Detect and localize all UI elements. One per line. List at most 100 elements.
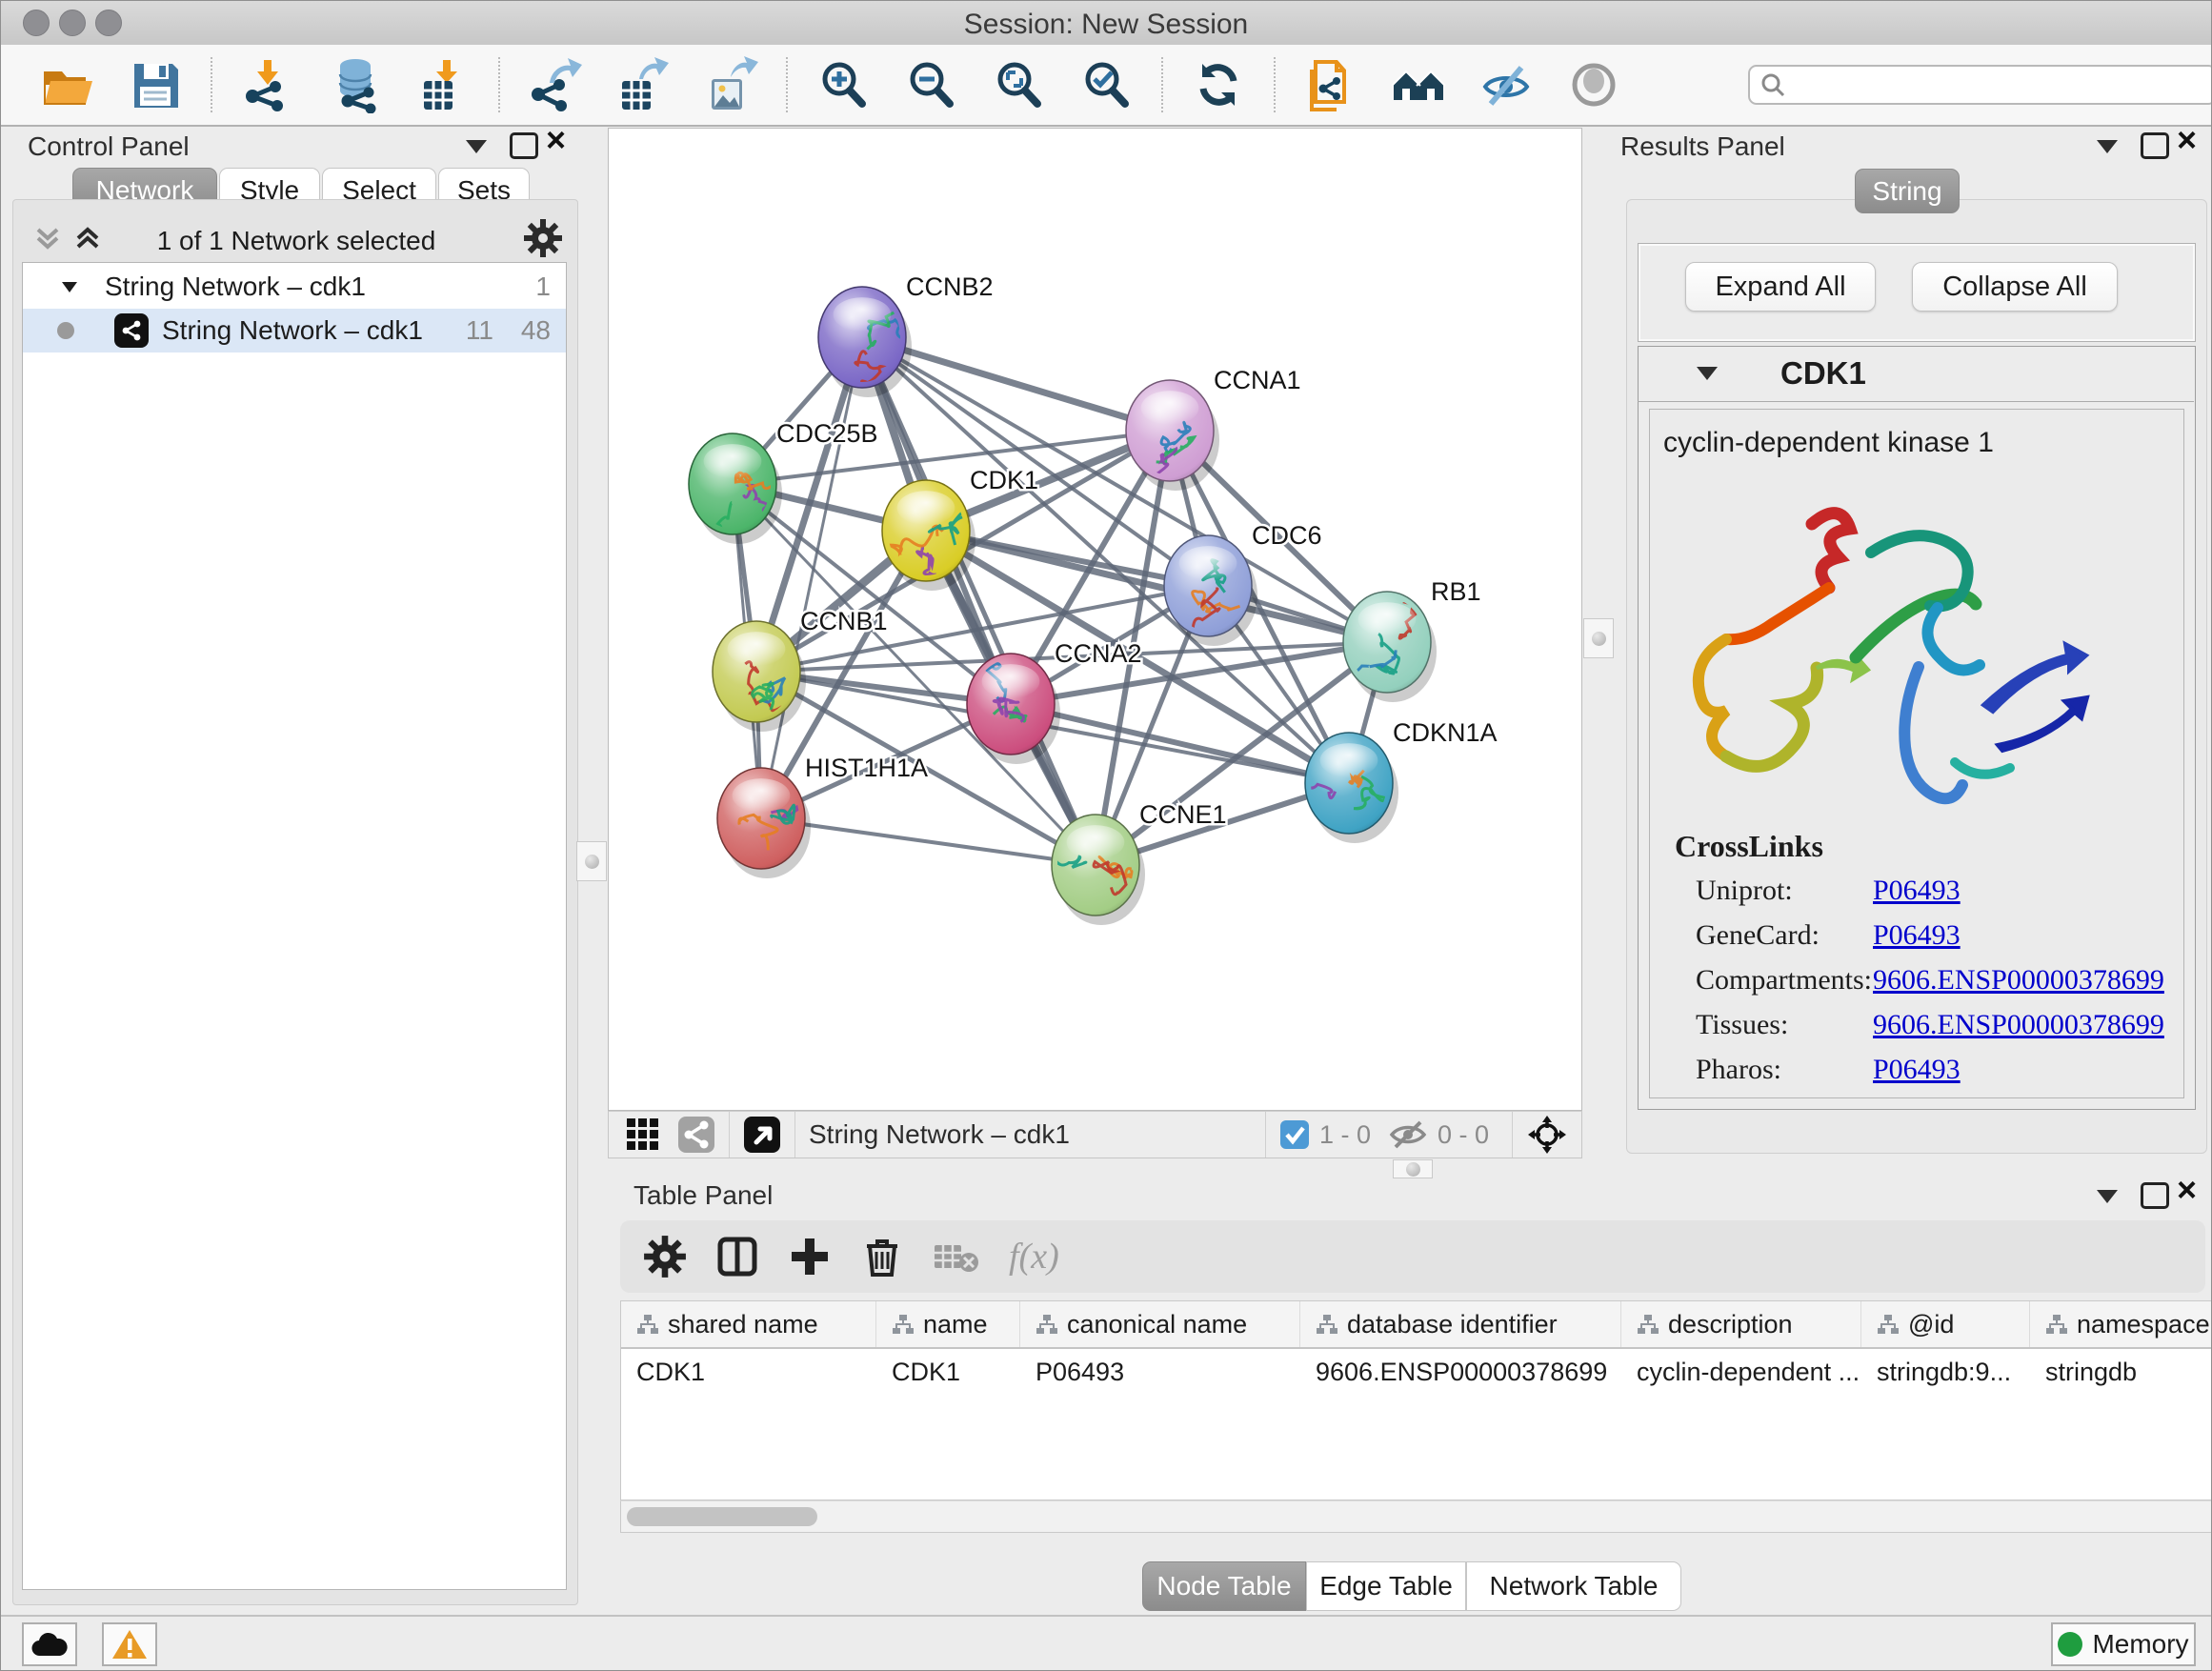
zoom-out-icon[interactable] — [902, 56, 959, 113]
table-panel-close-icon[interactable]: × — [2177, 1177, 2197, 1203]
table-panel-float-icon[interactable] — [2141, 1182, 2169, 1209]
zoom-in-icon[interactable] — [814, 56, 872, 113]
table-settings-gear-icon[interactable] — [643, 1235, 687, 1278]
export-image-icon[interactable] — [702, 56, 759, 113]
crosslink-row: Uniprot:P06493 — [1650, 875, 2183, 919]
hide-panel-eye-icon[interactable] — [1478, 56, 1535, 113]
gene-description: cyclin-dependent kinase 1 — [1663, 427, 1994, 459]
export-view-icon[interactable] — [743, 1116, 781, 1154]
tree-expander-icon[interactable] — [59, 276, 80, 297]
delete-table-icon[interactable] — [933, 1238, 980, 1276]
column-header-canonical-name[interactable]: canonical name — [1020, 1301, 1300, 1347]
node-gloss — [1358, 602, 1417, 636]
export-network-icon[interactable] — [527, 56, 584, 113]
gene-collapse-icon[interactable] — [1697, 367, 1718, 380]
export-table-icon[interactable] — [614, 56, 672, 113]
toolbar-separator — [1274, 57, 1276, 112]
results-panel-close-icon[interactable]: × — [2177, 127, 2197, 153]
control-panel-title: Control Panel — [28, 131, 190, 162]
collapse-all-button[interactable]: Collapse All — [1912, 262, 2118, 312]
zoom-fit-icon[interactable] — [990, 56, 1047, 113]
title-bar: Session: New Session — [1, 1, 2211, 46]
table-cell: CDK1 — [621, 1349, 876, 1395]
column-attribute-icon — [892, 1314, 915, 1335]
network-row-selected[interactable]: String Network – cdk1 11 48 — [23, 309, 566, 352]
search-input[interactable] — [1786, 70, 2190, 101]
cloud-icon — [30, 1631, 69, 1658]
network-collection-row[interactable]: String Network – cdk1 1 — [23, 265, 566, 309]
status-bar: Memory — [1, 1615, 2211, 1671]
separator — [729, 1112, 730, 1158]
refresh-icon[interactable] — [1190, 56, 1247, 113]
column-header-namespace[interactable]: namespace — [2030, 1301, 2212, 1347]
right-splitter-grip[interactable] — [1583, 618, 1614, 658]
memory-button[interactable]: Memory — [2051, 1622, 2196, 1666]
network-edge-CCNA2-CDKN1A[interactable] — [1011, 704, 1349, 783]
gene-section-header[interactable]: CDK1 — [1638, 346, 2194, 402]
column-header-name[interactable]: name — [876, 1301, 1020, 1347]
import-database-icon[interactable] — [327, 56, 384, 113]
crosslink-link[interactable]: 9606.ENSP00000378699 — [1873, 964, 2164, 997]
table-horizontal-scrollbar[interactable] — [620, 1500, 2212, 1533]
hidden-eye-icon[interactable] — [1388, 1118, 1428, 1151]
control-panel-float-icon[interactable] — [510, 132, 538, 159]
node-gloss — [982, 664, 1040, 698]
network-edge-HIST1H1A-CCNE1[interactable] — [761, 818, 1096, 865]
show-columns-icon[interactable] — [715, 1235, 759, 1278]
search-field[interactable] — [1748, 65, 2212, 105]
zoom-selected-icon[interactable] — [1077, 56, 1135, 113]
table-cell: 9606.ENSP00000378699 — [1300, 1349, 1621, 1395]
cloud-status-button[interactable] — [22, 1622, 77, 1666]
tab-node-table[interactable]: Node Table — [1142, 1561, 1306, 1611]
network-canvas[interactable]: CCNB2CCNA1CDC25BCDK1CDC6RB1CCNB1CCNA2CDK… — [608, 128, 1582, 1111]
node-label-CCNA2: CCNA2 — [1055, 639, 1142, 668]
results-panel-float-icon[interactable] — [2141, 132, 2169, 159]
open-session-icon[interactable] — [39, 56, 96, 113]
birds-eye-view-icon[interactable] — [624, 1116, 662, 1154]
tab-network-table[interactable]: Network Table — [1466, 1561, 1681, 1611]
gene-name: CDK1 — [1780, 355, 1866, 392]
crosslink-link[interactable]: 9606.ENSP00000378699 — [1873, 1009, 2164, 1041]
save-session-icon[interactable] — [127, 56, 184, 113]
column-header-shared-name[interactable]: shared name — [621, 1301, 876, 1347]
delete-column-icon[interactable] — [860, 1235, 904, 1278]
bottom-splitter-grip[interactable] — [1393, 1159, 1433, 1178]
add-column-icon[interactable] — [788, 1235, 832, 1278]
pan-crosshair-icon[interactable] — [1526, 1114, 1568, 1156]
share-session-icon[interactable] — [1302, 56, 1359, 113]
crosslink-link[interactable]: P06493 — [1873, 919, 1961, 952]
crosslink-link[interactable]: P06493 — [1873, 875, 1961, 907]
network-edge-CCNB2-CCNE1[interactable] — [862, 337, 1096, 865]
control-panel-menu-icon[interactable] — [466, 140, 487, 153]
column-header-description[interactable]: description — [1621, 1301, 1861, 1347]
show-panel-eye-icon[interactable] — [1565, 56, 1622, 113]
table-row[interactable]: CDK1CDK1P064939606.ENSP00000378699cyclin… — [621, 1349, 2212, 1395]
tab-string-results[interactable]: String — [1855, 169, 1960, 213]
node-label-CCNE1: CCNE1 — [1139, 800, 1227, 829]
results-panel-menu-icon[interactable] — [2097, 140, 2118, 153]
expand-all-button[interactable]: Expand All — [1685, 262, 1876, 312]
expand-all-networks-icon[interactable] — [71, 222, 104, 254]
column-header--id[interactable]: @id — [1861, 1301, 2030, 1347]
network-overview-icon[interactable] — [1390, 56, 1447, 113]
import-network-icon[interactable] — [239, 56, 296, 113]
table-panel-menu-icon[interactable] — [2097, 1190, 2118, 1203]
node-gloss — [1141, 391, 1199, 425]
network-edge-CCNB2-HIST1H1A[interactable] — [761, 337, 862, 818]
control-panel-close-icon[interactable]: × — [546, 127, 566, 153]
import-table-icon[interactable] — [414, 56, 472, 113]
network-options-gear-icon[interactable] — [523, 218, 563, 258]
function-builder-icon[interactable]: f(x) — [1009, 1236, 1059, 1278]
selected-checkbox-icon[interactable] — [1279, 1119, 1310, 1150]
crosslink-link[interactable]: P06493 — [1873, 1054, 1961, 1086]
tab-edge-table[interactable]: Edge Table — [1306, 1561, 1466, 1611]
column-header-database-identifier[interactable]: database identifier — [1300, 1301, 1621, 1347]
left-splitter-grip[interactable] — [576, 841, 607, 881]
node-label-CDKN1A: CDKN1A — [1393, 718, 1498, 747]
collapse-all-networks-icon[interactable] — [31, 222, 64, 254]
network-share-icon[interactable] — [677, 1116, 715, 1154]
table-header-row: shared namenamecanonical namedatabase id… — [621, 1301, 2212, 1349]
crosslinks-title: CrossLinks — [1675, 829, 1823, 864]
scrollbar-thumb[interactable] — [627, 1507, 817, 1526]
warning-status-button[interactable] — [102, 1622, 157, 1666]
